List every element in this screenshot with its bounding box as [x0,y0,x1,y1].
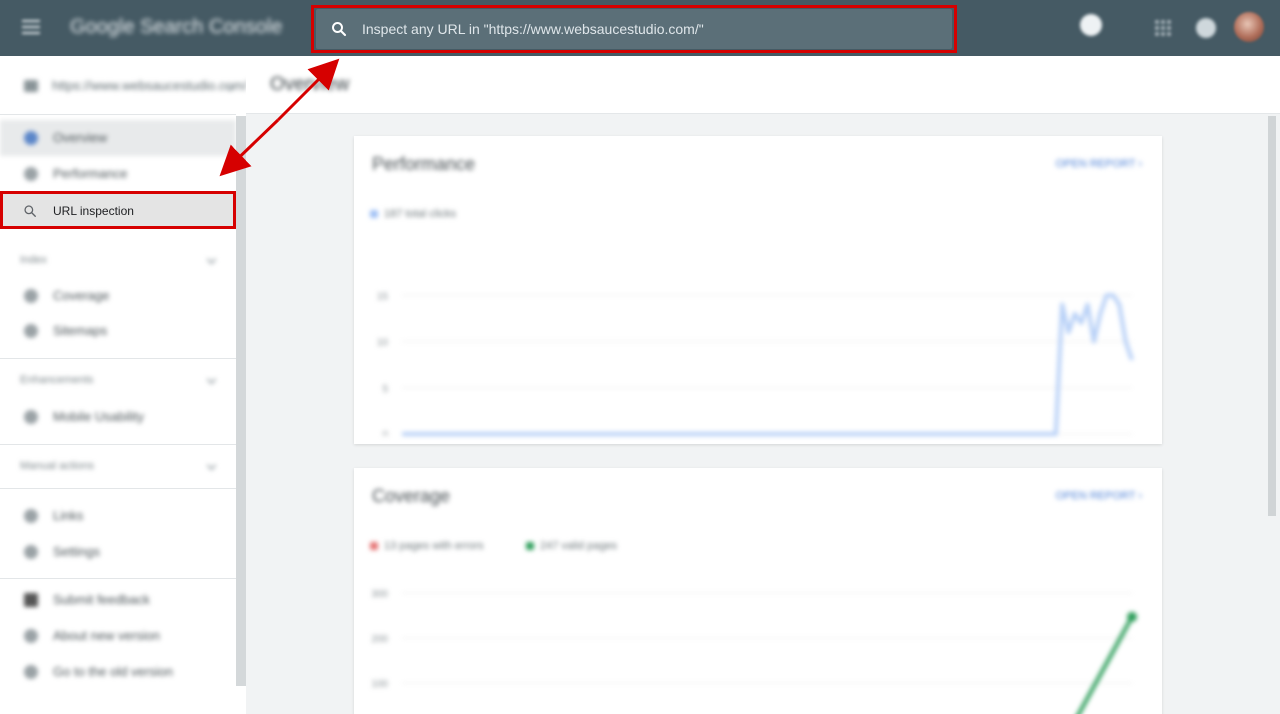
performance-card: Performance OPEN REPORT › 187 total clic… [354,136,1162,444]
app-logo[interactable]: Google Search Console [70,16,282,39]
section-label: Enhancements [20,374,94,386]
y-tick-label: 100 [371,679,388,690]
page-title: Overview [270,74,350,95]
sidebar-item-label: Go to the old version [53,664,173,679]
card-title: Coverage [372,486,451,506]
sidebar-item-overview[interactable]: Overview [0,120,236,156]
settings-icon [24,545,38,559]
sidebar-item-label: Submit feedback [53,592,150,607]
property-icon [24,80,38,92]
divider [0,444,236,445]
chevron-up-icon [206,254,217,265]
section-manual-actions[interactable]: Manual actions [20,460,220,476]
chevron-up-icon [206,460,217,471]
sidebar-item-label: Settings [53,544,100,559]
sidebar-item-performance[interactable]: Performance [0,156,236,192]
open-report-label: OPEN REPORT [1055,158,1136,170]
sidebar-item-about-new-version[interactable]: About new version [0,618,236,654]
series-line [1076,615,1134,714]
section-label: Index [20,254,47,266]
search-icon [24,205,36,217]
divider [0,488,236,489]
sidebar-item-old-version[interactable]: Go to the old version [0,654,236,690]
legend-label: 247 valid pages [540,540,618,552]
main-content: Overview Performance OPEN REPORT › 187 t… [246,56,1280,714]
section-index[interactable]: Index [20,254,220,270]
legend-swatch [370,210,378,219]
legend-label: 187 total clicks [384,208,457,220]
sidebar-item-url-inspection[interactable]: URL inspection [0,191,236,229]
home-icon [24,131,38,145]
page-header: Overview [246,56,1280,114]
phone-icon [24,410,38,424]
open-report-label: OPEN REPORT [1055,490,1136,502]
divider [0,358,236,359]
notifications-icon[interactable] [1196,18,1216,38]
legend-label: 13 pages with errors [384,540,484,552]
sidebar-item-label: Mobile Usability [53,409,145,424]
sidebar-item-coverage[interactable]: Coverage [0,278,236,314]
menu-icon[interactable] [22,20,40,34]
legend-swatch [370,542,378,551]
feedback-icon [24,593,38,607]
open-report-link[interactable]: OPEN REPORT › [1056,158,1142,170]
help-icon[interactable] [1080,14,1102,36]
sidebar-scrollbar[interactable] [236,116,246,686]
sidebar-item-mobile-usability[interactable]: Mobile Usability [0,399,236,435]
coverage-chart[interactable]: 0100200300 [354,568,1162,714]
sidebar-item-label: Links [53,508,84,523]
y-tick-label: 200 [371,634,388,645]
divider [0,578,236,579]
sidebar-item-label: About new version [53,628,160,643]
y-tick-label: 15 [377,291,389,302]
trending-up-icon [24,167,38,181]
sidebar-item-links[interactable]: Links [0,498,236,534]
apps-icon[interactable] [1154,19,1172,37]
sidebar-item-label: Sitemaps [53,323,108,338]
sidebar-item-label: Performance [53,166,128,181]
search-highlight-box [311,5,957,53]
exit-icon [24,665,38,679]
y-tick-label: 5 [382,384,388,395]
performance-chart[interactable]: 0 5 10 15 [354,236,1162,436]
sidebar-item-label: Coverage [53,288,110,303]
property-url: https://www.websaucestudio.com/ [52,78,248,93]
sidebar-item-submit-feedback[interactable]: Submit feedback [0,582,236,618]
y-tick-label: 0 [382,430,388,436]
card-title: Performance [372,154,476,174]
divider [0,114,236,115]
y-tick-label: 300 [371,589,388,600]
coverage-card: Coverage OPEN REPORT › 13 pages with err… [354,468,1162,714]
info-icon [24,629,38,643]
data-point [1127,611,1137,622]
chevron-up-icon [206,374,217,385]
sitemap-icon [24,324,38,338]
sidebar-item-sitemaps[interactable]: Sitemaps [0,313,236,349]
main-scrollbar[interactable] [1268,116,1276,516]
legend-item[interactable]: 247 valid pages [526,540,617,552]
sidebar-item-label: Overview [53,130,108,145]
open-report-link[interactable]: OPEN REPORT › [1056,490,1142,502]
y-tick-label: 10 [377,338,389,349]
coverage-icon [24,289,38,303]
avatar[interactable] [1234,12,1264,42]
sidebar-item-label: URL inspection [53,204,134,218]
property-selector[interactable]: https://www.websaucestudio.com/ [20,76,247,96]
legend-item[interactable]: 13 pages with errors [370,540,484,552]
sidebar: https://www.websaucestudio.com/ Overview… [0,56,247,714]
section-enhancements[interactable]: Enhancements [20,374,220,390]
sidebar-item-settings[interactable]: Settings [0,534,236,570]
legend-swatch [526,542,534,551]
links-icon [24,509,38,523]
legend-item[interactable]: 187 total clicks [370,208,456,220]
series-line [402,293,1134,436]
section-label: Manual actions [20,460,94,472]
